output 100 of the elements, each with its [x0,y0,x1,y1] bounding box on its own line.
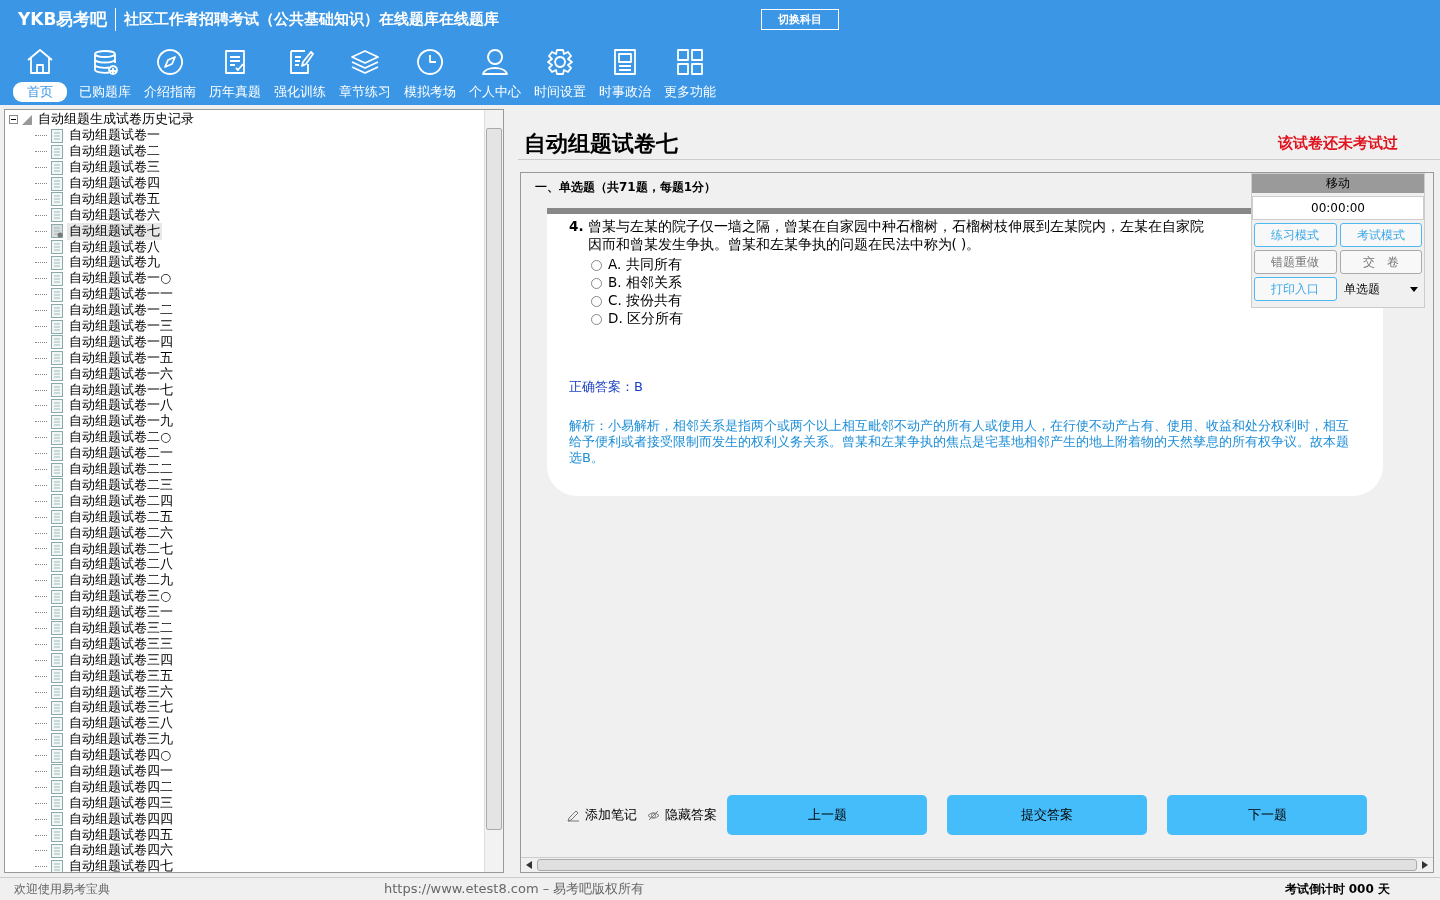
scroll-right-icon[interactable] [1422,861,1428,869]
tree-item[interactable]: 自动组题试卷二四 [67,492,175,510]
radio-button[interactable] [591,295,602,307]
option-label: A. 共同所有 [608,256,682,274]
tree-item[interactable]: 自动组题试卷四三 [67,794,175,812]
document-icon [51,557,63,572]
tree-item[interactable]: 自动组题试卷三八 [67,715,175,733]
tree-item[interactable]: 自动组题试卷四 [67,175,162,192]
tree-item[interactable]: 自动组题试卷一 [67,127,162,145]
question-nav-button[interactable]: 下一题 [1167,795,1367,835]
tree-item[interactable]: 自动组题试卷一二 [67,302,175,320]
document-icon [51,367,63,382]
tree-item[interactable]: 自动组题试卷三七 [67,699,175,717]
document-icon [51,669,63,684]
collapse-icon[interactable] [9,115,18,125]
timer-display: 00:00:00 [1252,196,1424,220]
answer-option[interactable]: D. 区分所有 [591,310,683,328]
tool-link[interactable]: 添加笔记 [585,806,637,824]
tree-item[interactable]: 自动组题试卷二七 [67,540,175,558]
tree-item[interactable]: 自动组题试卷二一 [67,445,175,463]
tree-item[interactable]: 自动组题试卷三二 [67,619,175,637]
question-nav-button[interactable]: 提交答案 [947,795,1147,835]
answer-analysis: 解析：小易解析，相邻关系是指两个或两个以上相互毗邻不动产的所有人或使用人，在行使不动产占有、使用、收益和处分权利时，相互给予便利或者接受限制而发生的权利义务关系。曾某和左某争执的焦点是宅基地相邻产生的地上附着物的天然孳息的所有权争议。故本题选B。 [569,418,1350,466]
exam-countdown: 考试倒计时 000 天 [1284,880,1390,898]
document-icon [51,319,63,334]
document-icon [51,176,63,191]
tree-item[interactable]: 自动组题试卷一六 [67,365,175,383]
answer-option[interactable]: C. 按份共有 [591,292,682,310]
document-icon [51,700,63,715]
tree-item[interactable]: 自动组题试卷一○ [67,270,173,288]
horizontal-scrollbar[interactable] [521,857,1433,872]
tree-item[interactable]: 自动组题试卷七 [67,222,162,240]
tree-item[interactable]: 自动组题试卷三一 [67,604,175,622]
tree-item[interactable]: 自动组题试卷八 [67,238,162,256]
document-icon [51,637,63,652]
document-icon [51,303,63,318]
radio-button[interactable] [591,259,602,271]
pencil-icon[interactable] [567,808,580,822]
tree-item[interactable]: 自动组题试卷一七 [67,381,175,399]
document-icon [51,192,63,207]
tree-item[interactable]: 自动组题试卷六 [67,206,162,224]
document-icon [51,653,63,668]
scroll-left-icon[interactable] [526,861,532,869]
correct-answer: 正确答案：B [569,378,644,396]
tree-item[interactable]: 自动组题试卷四四 [67,810,175,828]
tree-item[interactable]: 自动组题试卷二六 [67,524,175,542]
question-type-dropdown[interactable]: 单选题 [1339,277,1422,301]
tree-item[interactable]: 自动组题试卷一四 [67,333,175,351]
answer-option[interactable]: A. 共同所有 [591,256,682,274]
document-icon [51,589,63,604]
option-label: D. 区分所有 [608,310,683,328]
question-number: 4. [569,218,584,236]
tree-item[interactable]: 自动组题试卷二二 [67,461,175,479]
tree-item[interactable]: 自动组题试卷四二 [67,778,175,796]
document-icon [51,128,63,143]
document-icon [51,526,63,541]
tree-item[interactable]: 自动组题试卷一五 [67,349,175,367]
tool-link[interactable]: 隐藏答案 [665,806,717,824]
tree-item[interactable]: 自动组题试卷一一 [67,286,175,304]
document-icon [51,685,63,699]
tree-item[interactable]: 自动组题试卷三九 [67,731,175,749]
tree-item[interactable]: 自动组题试卷三 [67,159,162,177]
document-icon [51,462,63,477]
tree-item[interactable]: 自动组题试卷三六 [67,683,175,701]
tree-item[interactable]: 自动组题试卷四六 [67,842,175,860]
tree-item[interactable]: 自动组题试卷二 [67,143,162,161]
document-icon [51,398,63,413]
tree-item[interactable]: 自动组题试卷四一 [67,762,175,780]
radio-button[interactable] [591,313,602,325]
tree-root-label[interactable]: 自动组题生成试卷历史记录 [36,111,196,129]
question-nav-button[interactable]: 上一题 [727,795,927,835]
tree-item[interactable]: 自动组题试卷一三 [67,318,175,336]
tree-item[interactable]: 自动组题试卷三○ [67,588,173,606]
tree-item[interactable]: 自动组题试卷二三 [67,476,175,494]
tree-item[interactable]: 自动组题试卷四七 [67,858,175,872]
tree-item[interactable]: 自动组题试卷四○ [67,747,173,765]
document-icon [51,160,63,175]
tree-item[interactable]: 自动组题试卷三三 [67,635,175,653]
answer-option[interactable]: B. 相邻关系 [591,274,682,292]
tree-item[interactable]: 自动组题试卷二○ [67,429,173,447]
tree-item[interactable]: 自动组题试卷二八 [67,556,175,574]
document-icon [51,510,63,525]
tree-item[interactable]: 自动组题试卷三五 [67,667,175,685]
question-text: 曾某与左某的院子仅一墙之隔，曾某在自家园中种石榴树，石榴树枝伸展到左某院内，左某在自家院 [587,218,1204,236]
tree-item[interactable]: 自动组题试卷五 [67,190,162,208]
tree-item[interactable]: 自动组题试卷九 [67,254,162,272]
panel-title[interactable]: 移动 [1252,174,1424,193]
radio-button[interactable] [591,277,602,289]
document-icon [51,812,63,827]
vertical-scrollbar[interactable] [484,110,503,872]
tree-item[interactable]: 自动组题试卷一九 [67,413,175,431]
tree-item[interactable]: 自动组题试卷二五 [67,508,175,526]
document-icon [51,446,63,461]
option-label: B. 相邻关系 [608,274,682,292]
tree-item[interactable]: 自动组题试卷一八 [67,397,175,415]
tree-item[interactable]: 自动组题试卷二九 [67,572,175,590]
eye-icon[interactable] [647,808,660,822]
tree-item[interactable]: 自动组题试卷三四 [67,651,175,669]
tree-item[interactable]: 自动组题试卷四五 [67,826,175,844]
document-icon [51,716,63,731]
